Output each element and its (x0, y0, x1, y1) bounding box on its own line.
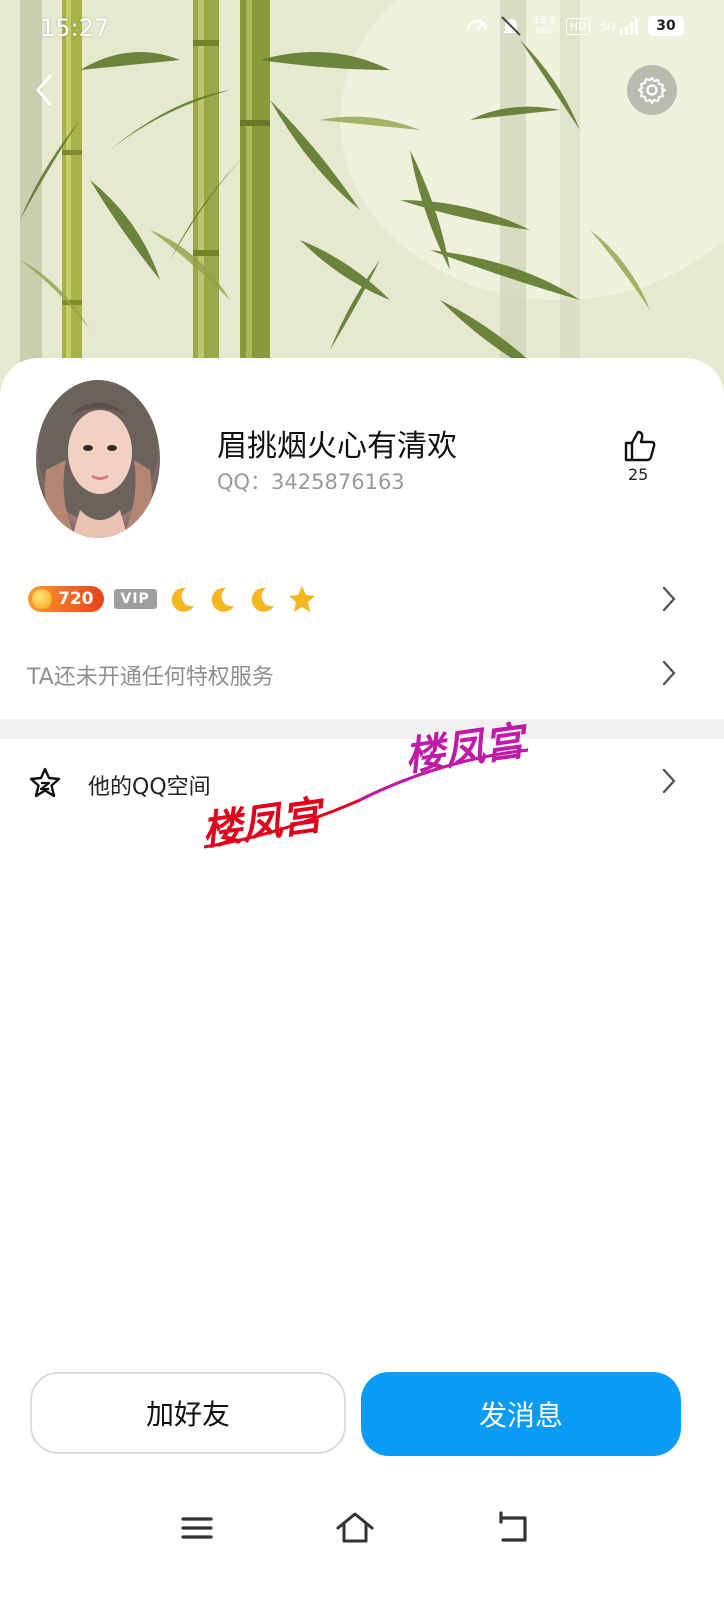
privilege-status[interactable]: TA还未开通任何特权服务 (27, 659, 274, 691)
coin-icon (32, 589, 52, 609)
qzone-label: 他的QQ空间 (88, 775, 211, 800)
thumbs-up-icon (624, 430, 656, 462)
add-friend-button[interactable]: 加好友 (30, 1372, 346, 1454)
back-nav-icon[interactable] (493, 1508, 533, 1548)
signal-icon (620, 17, 638, 35)
profile-page: 15:27 16.9 KB/s HD 5G 30 眉挑烟火心有清欢 QQ：342… (0, 0, 724, 1600)
watermark-text-2: 楼凤宫 (402, 718, 532, 781)
moon-icon (251, 587, 274, 612)
star-outline-icon (29, 767, 61, 798)
level-badge: 720 (28, 586, 104, 612)
chevron-left-icon (36, 74, 52, 106)
moon-icon (211, 587, 234, 612)
watermark: 楼凤宫 楼凤宫 (199, 705, 540, 855)
level-number: 720 (58, 589, 94, 609)
battery-icon: 30 (648, 16, 684, 36)
status-time: 15:27 (40, 14, 110, 42)
status-icons: 16.9 KB/s HD 5G 30 (465, 14, 684, 38)
settings-button[interactable] (627, 65, 677, 115)
cover-image (0, 0, 724, 400)
send-message-button[interactable]: 发消息 (361, 1372, 681, 1456)
chevron-right-icon[interactable] (660, 584, 678, 614)
network-type: 5G (600, 19, 616, 33)
home-icon[interactable] (335, 1508, 375, 1548)
system-nav-bar (0, 1490, 724, 1570)
hd-badge: HD (565, 17, 591, 35)
star-icon (288, 586, 315, 612)
qq-number: QQ：3425876163 (217, 470, 405, 494)
watermark-text-1: 楼凤宫 (200, 792, 329, 855)
network-speed: 16.9 KB/s (533, 16, 555, 36)
mute-bell-icon (501, 16, 522, 36)
gear-icon (638, 77, 666, 104)
net-speed-value: 16.9 (533, 15, 556, 26)
avatar[interactable] (36, 380, 160, 538)
back-button[interactable] (26, 70, 66, 110)
level-row[interactable]: 720 VIP (28, 582, 317, 616)
moon-icon (171, 587, 194, 612)
menu-icon[interactable] (177, 1508, 217, 1548)
net-speed-unit: KB/s (535, 26, 554, 35)
avatar-portrait (38, 380, 158, 538)
chevron-right-icon[interactable] (660, 658, 678, 688)
speedometer-icon (467, 19, 488, 31)
like-button[interactable] (622, 428, 658, 464)
like-count: 25 (628, 465, 649, 484)
nickname: 眉挑烟火心有清欢 (217, 429, 457, 464)
action-bar: 加好友 发消息 (30, 1372, 682, 1456)
chevron-right-icon (662, 768, 676, 794)
status-bar: 15:27 16.9 KB/s HD 5G 30 (0, 0, 724, 56)
vip-badge: VIP (113, 589, 157, 609)
